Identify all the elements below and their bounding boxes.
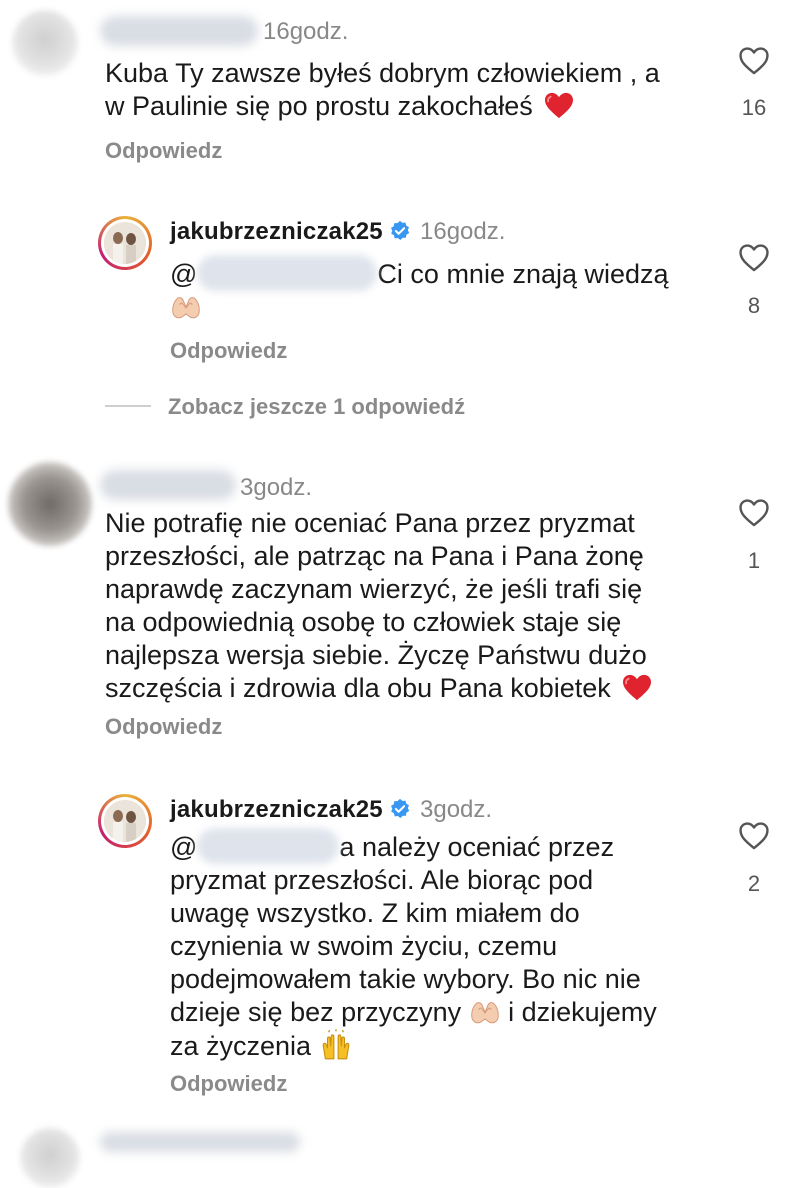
comment-text-line: za życzenia — [170, 1031, 312, 1061]
comment-text-line: podejmowałem takie wybory. Bo nic nie — [170, 964, 641, 994]
comment-text-line: pryzmat przeszłości. Ale biorąc pod — [170, 865, 594, 895]
comment-text-line: a należy oceniać przez — [339, 832, 615, 862]
reply-button[interactable]: Odpowiedz — [170, 1071, 287, 1097]
comment-4-reply: jakubrzezniczak25 3godz. @ a należy oceni… — [0, 0, 810, 1100]
heart-outline-icon[interactable] — [737, 819, 771, 853]
avatar[interactable] — [98, 794, 152, 848]
comment-text-line: czynienia w swoim życiu, czemu — [170, 931, 558, 961]
comment-text-line: i dziekujemy — [500, 997, 657, 1027]
comment-time: 3godz. — [420, 796, 493, 823]
comment-text-line: uwagę wszystko. Z kim miałem do — [170, 898, 580, 928]
verified-badge-icon — [390, 798, 410, 818]
mention-blurred[interactable] — [197, 827, 340, 864]
comment-text: @ a należy oceniać przez pryzmat przeszło… — [170, 827, 657, 1063]
username[interactable]: jakubrzezniczak25 — [170, 796, 411, 824]
avatar-photo — [104, 800, 146, 842]
raising-hands-emoji — [322, 1029, 349, 1060]
username-blurred[interactable] — [100, 1132, 300, 1152]
comment-text-line: dzieje się bez przyczyny — [170, 997, 462, 1027]
heart-hands-emoji — [470, 1002, 499, 1024]
mention-prefix[interactable]: @ — [170, 832, 197, 862]
like-count: 2 — [747, 871, 761, 896]
avatar[interactable] — [20, 1128, 80, 1188]
